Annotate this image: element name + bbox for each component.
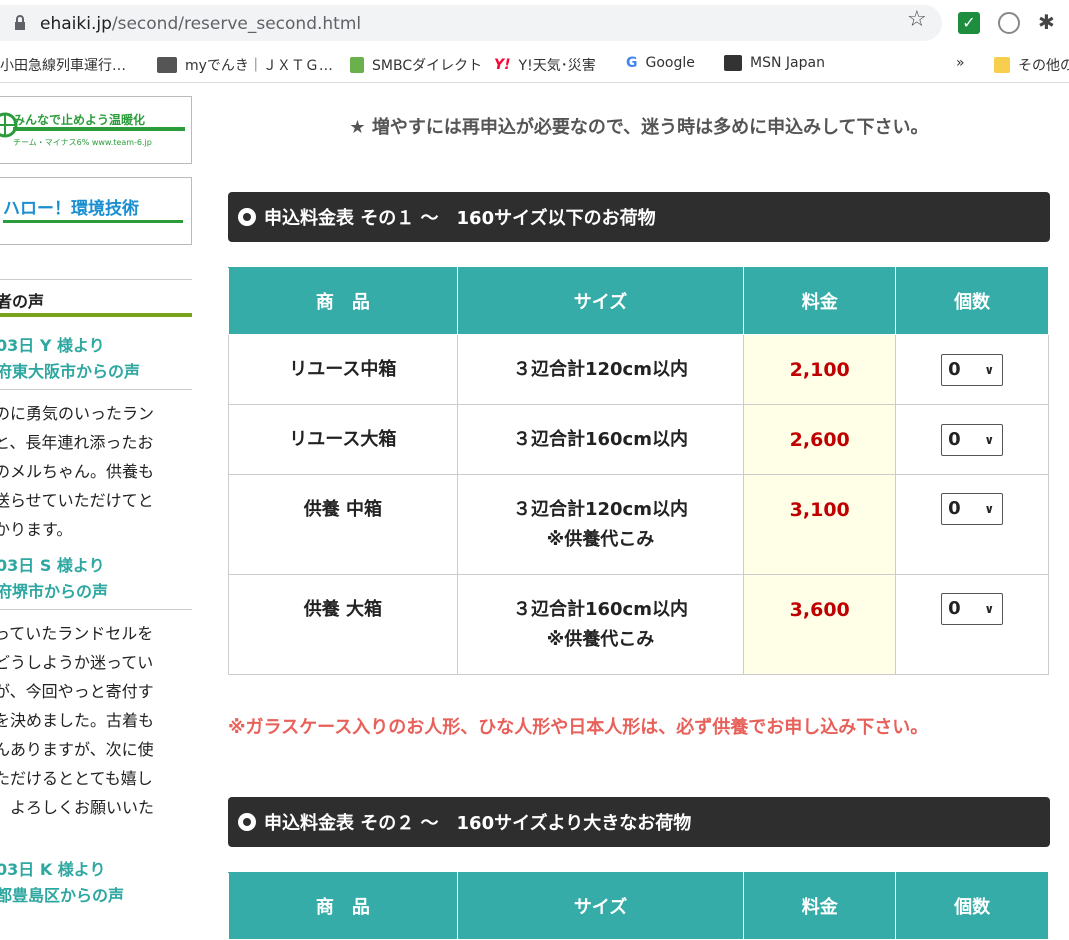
lock-icon [15,15,25,30]
banner1-line [13,127,185,131]
chevron-down-icon: ∨ [984,502,995,516]
header-size: サイズ [456,872,745,940]
puzzle-extensions-icon[interactable]: ✱ [1038,10,1055,34]
size-text: ３辺合計120cm以内 ※供養代こみ [456,474,745,575]
header-product: 商 品 [228,872,458,940]
voice-title[interactable]: 03日 K 様より 都豊島区からの声 [0,857,192,911]
google-icon: G [626,55,638,71]
banner1-sub: チーム・マイナス6% www.team-6.jp [13,138,152,147]
folder-icon [994,57,1010,73]
bookmark-smbc[interactable]: SMBCダイレクト [350,55,482,75]
qty-cell: 0 ∨ [895,574,1049,675]
section1-heading: 申込料金表 その１ ～ 160サイズ以下のお荷物 [228,192,1050,242]
address-bar[interactable]: ehaiki.jp/second/reserve_second.html [0,5,942,41]
team-minus6-banner[interactable]: みんなで止めよう温暖化 チーム・マイナス6% www.team-6.jp [0,96,192,164]
warning-text: ※ガラスケース入りのお人形、ひな人形や日本人形は、必ず供養でお申し込み下さい。 [228,717,929,738]
table-header-row: 商 品 サイズ 料金 個数 [228,267,1049,335]
smbc-icon [350,57,364,73]
table-row: リユース大箱 ３辺合計160cm以内 2,600 0 ∨ [228,404,1049,475]
table-row: リユース中箱 ３辺合計120cm以内 2,100 0 ∨ [228,334,1049,405]
header-qty: 個数 [895,872,1049,940]
checkmark-extension-icon[interactable]: ✓ [958,12,980,34]
bookmark-msn[interactable]: MSN Japan [724,55,825,71]
voice-title[interactable]: 03日 S 様より 府堺市からの声 [0,553,192,610]
banner2-line [3,220,183,223]
chevron-down-icon: ∨ [984,602,995,616]
bookmark-google[interactable]: G Google [626,55,695,71]
banner2-text: ハロー！環境技術 [3,199,139,219]
voice-body: っていたランドセルを どうしようか迷ってい が、今回やっと寄付す を決めました。古着も… [0,624,155,846]
bookmark-mydenki[interactable]: myでんき｜ＪＸＴＧ… [157,55,333,75]
qty-cell: 0 ∨ [895,404,1049,475]
header-qty: 個数 [895,267,1049,335]
banner1-text: みんなで止めよう温暖化 [13,113,146,127]
mydenki-icon [157,57,177,73]
extension-circle-icon[interactable] [998,12,1020,34]
product-name: 供養 中箱 [228,474,458,575]
bookmark-star-icon[interactable]: ☆ [907,7,927,32]
header-fee: 料金 [743,267,897,335]
size-text: ３辺合計160cm以内 [456,404,745,475]
voice-title[interactable]: 03日 Y 様より 府東大阪市からの声 [0,333,192,390]
main-content: ★ 増やすには再申込が必要なので、迷う時は多めに申込みして下さい。 申込料金表 … [228,83,1050,940]
fee-value: 2,100 [743,334,897,405]
size-text: ３辺合計120cm以内 [456,334,745,405]
sidebar: みんなで止めよう温暖化 チーム・マイナス6% www.team-6.jp ハロー… [0,83,200,911]
quantity-select[interactable]: 0 ∨ [941,423,1004,456]
price-table-1: 商 品 サイズ 料金 個数 リユース中箱 ３辺合計120cm以内 2,100 0… [228,267,1049,675]
url-text: ehaiki.jp/second/reserve_second.html [40,14,362,34]
bookmark-yahoo-weather[interactable]: Y! Y!天気･災害 [494,55,596,75]
quantity-select[interactable]: 0 ∨ [941,493,1004,525]
voice-body: のに勇気のいったラン と、長年連れ添ったお のメルちゃん。供養も 送らせていただけてと… [0,404,155,539]
price-table-2: 商 品 サイズ 料金 個数 [228,872,1049,940]
header-product: 商 品 [228,267,458,335]
header-fee: 料金 [743,872,897,940]
header-size: サイズ [456,267,745,335]
fee-value: 2,600 [743,404,897,475]
bookmarks-bar: 小田急線列車運行… myでんき｜ＪＸＴＧ… SMBCダイレクト Y! Y!天気･災… [0,47,1069,83]
quantity-select[interactable]: 0 ∨ [941,353,1004,386]
hello-kankyo-banner[interactable]: ハロー！環境技術 [0,177,192,245]
qty-cell: 0 ∨ [895,334,1049,405]
section2-heading: 申込料金表 その２ ～ 160サイズより大きなお荷物 [228,797,1050,847]
table-header-row: 商 品 サイズ 料金 個数 [228,872,1049,940]
bookmark-odakyu[interactable]: 小田急線列車運行… [0,55,126,75]
product-name: 供養 大箱 [228,574,458,675]
bookmarks-overflow-button[interactable]: » [956,55,965,71]
other-bookmarks-folder[interactable]: その他の [994,55,1069,75]
bullet-icon [238,208,256,226]
bullet-icon [238,813,256,831]
browser-toolbar: ehaiki.jp/second/reserve_second.html ☆ ✓… [0,0,1069,47]
table-row: 供養 大箱 ３辺合計160cm以内 ※供養代こみ 3,600 0 ∨ [228,574,1049,675]
msn-icon [724,55,742,71]
size-text: ３辺合計160cm以内 ※供養代こみ [456,574,745,675]
chevron-down-icon: ∨ [984,432,995,447]
fee-value: 3,100 [743,474,897,575]
chevron-down-icon: ∨ [984,362,995,377]
notice-text: ★ 増やすには再申込が必要なので、迷う時は多めに申込みして下さい。 [349,117,929,138]
qty-cell: 0 ∨ [895,474,1049,575]
table-row: 供養 中箱 ３辺合計120cm以内 ※供養代こみ 3,100 0 ∨ [228,474,1049,575]
voices-heading: 者の声 [0,279,192,317]
fee-value: 3,600 [743,574,897,675]
quantity-select[interactable]: 0 ∨ [941,593,1004,625]
product-name: リユース大箱 [228,404,458,475]
yahoo-icon: Y! [494,57,511,73]
product-name: リユース中箱 [228,334,458,405]
